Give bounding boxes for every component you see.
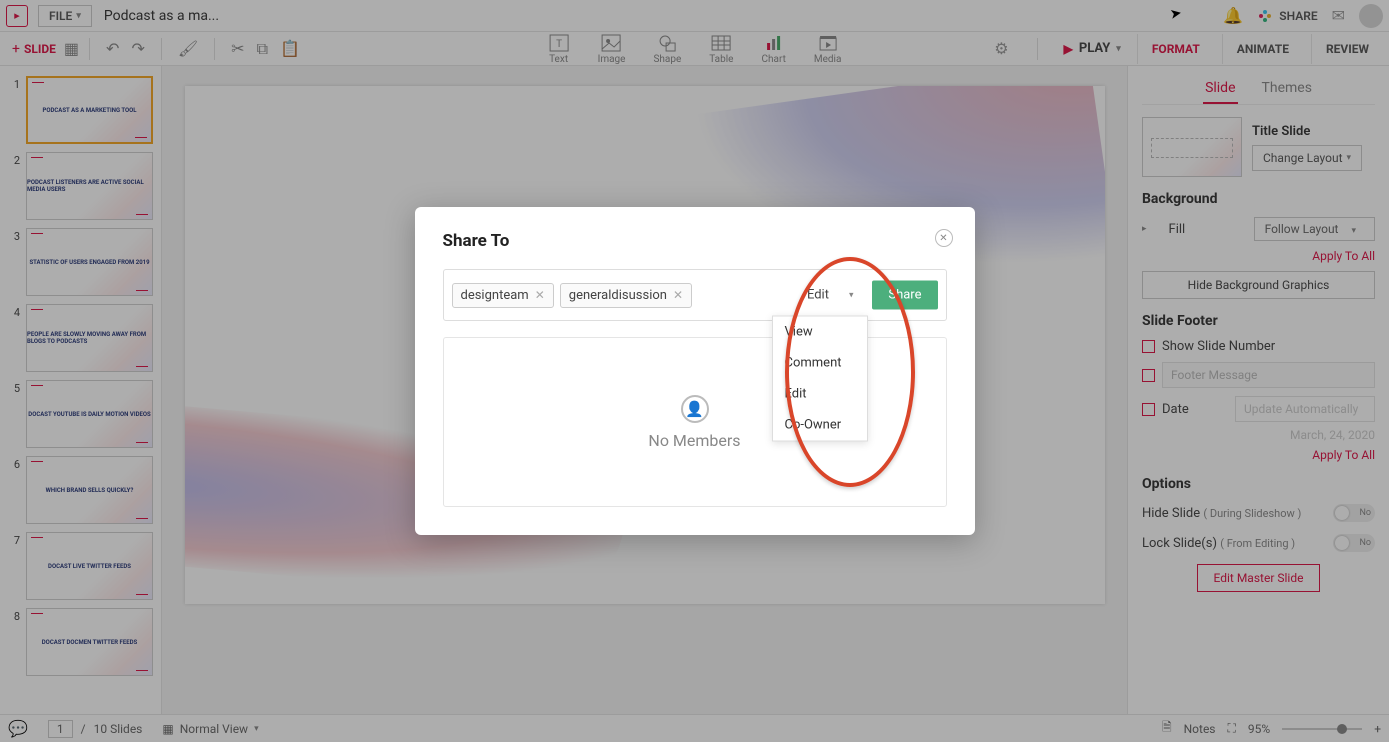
recipient-tag: designteam ✕ <box>452 283 554 308</box>
modal-title: Share To <box>443 231 947 251</box>
share-submit-button[interactable]: Share <box>872 281 937 310</box>
perm-option-edit[interactable]: Edit <box>773 379 867 410</box>
chevron-down-icon: ▾ <box>849 290 854 300</box>
share-recipients-box[interactable]: designteam ✕ generaldisussion ✕ Edit ▾ V… <box>443 269 947 321</box>
remove-tag-icon[interactable]: ✕ <box>535 288 545 302</box>
perm-option-comment[interactable]: Comment <box>773 348 867 379</box>
modal-overlay: Share To ✕ designteam ✕ generaldisussion… <box>0 0 1389 742</box>
permission-select[interactable]: Edit ▾ View Comment Edit Co-Owner <box>799 284 868 307</box>
close-icon[interactable]: ✕ <box>935 229 953 247</box>
perm-option-coowner[interactable]: Co-Owner <box>773 410 867 441</box>
members-list: 👤 No Members <box>443 337 947 507</box>
recipient-tag: generaldisussion ✕ <box>560 283 692 308</box>
remove-tag-icon[interactable]: ✕ <box>673 288 683 302</box>
no-members-label: No Members <box>648 431 740 450</box>
share-modal: Share To ✕ designteam ✕ generaldisussion… <box>415 207 975 535</box>
perm-option-view[interactable]: View <box>773 317 867 348</box>
permission-dropdown: View Comment Edit Co-Owner <box>772 316 868 442</box>
person-icon: 👤 <box>681 395 709 423</box>
